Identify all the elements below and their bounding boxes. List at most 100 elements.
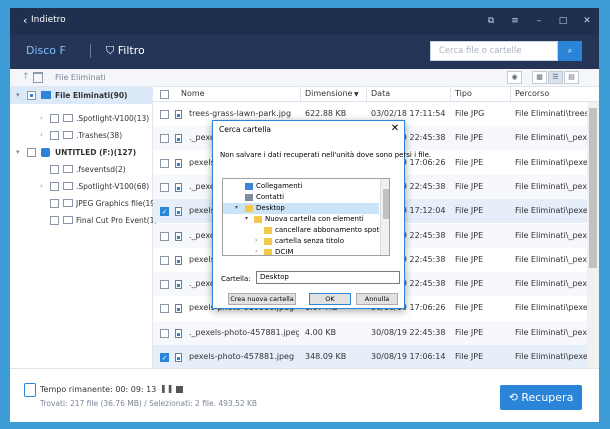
tree-checkbox[interactable] [50, 182, 59, 191]
folder-field-label: Cartella: [221, 275, 251, 283]
row-checkbox[interactable]: ✓ [160, 353, 169, 362]
filter-button[interactable]: ⛉ Filtro [106, 44, 145, 58]
cell-type: File JPE [455, 327, 484, 337]
cell-path: File Eliminati\pexels... [515, 206, 587, 216]
tree-item-untitled-drive[interactable]: ▾ UNTITLED (F:)(127) [10, 144, 153, 161]
list-icon: ☰ [552, 73, 559, 81]
folder-icon [63, 114, 73, 122]
image-file-icon [175, 328, 182, 338]
row-checkbox[interactable] [160, 255, 169, 265]
tree-checkbox[interactable] [50, 165, 59, 174]
select-all-checkbox[interactable] [160, 90, 169, 99]
ok-button[interactable]: OK [309, 293, 351, 305]
dialog-tree-item-nuova-cartella[interactable]: ▾ Nuova cartella con elementi [223, 214, 379, 225]
list-view-button[interactable]: ☰ [548, 71, 563, 84]
stop-button[interactable] [176, 386, 183, 393]
column-divider[interactable] [300, 87, 301, 102]
row-checkbox[interactable] [160, 158, 169, 168]
tree-checkbox[interactable] [50, 216, 59, 225]
column-header-path[interactable]: Percorso [515, 89, 549, 98]
recover-button[interactable]: ⟲ Recupera [500, 385, 582, 410]
folder-icon [264, 227, 272, 234]
dialog-close-icon[interactable]: ✕ [389, 123, 401, 135]
folder-icon [264, 249, 272, 255]
column-header-type[interactable]: Tipo [455, 89, 472, 98]
expand-icon[interactable]: › [40, 178, 48, 195]
row-checkbox[interactable] [160, 304, 169, 314]
close-icon[interactable]: ✕ [580, 15, 594, 27]
back-label[interactable]: Indietro [31, 15, 66, 25]
dialog-tree-item-senza-titolo[interactable]: › cartella senza titolo [223, 236, 379, 247]
column-divider[interactable] [510, 87, 511, 102]
new-folder-button[interactable]: Crea nuova cartella [228, 293, 296, 305]
pause-button[interactable]: ❚❚ [160, 384, 173, 393]
row-checkbox[interactable] [160, 134, 169, 144]
cancel-button[interactable]: Annulla [356, 293, 398, 305]
row-checkbox[interactable]: ✓ [160, 207, 169, 217]
column-header-name[interactable]: Nome [181, 89, 205, 98]
tree-item-deleted-files[interactable]: ▾ File Eliminati(90) [10, 87, 153, 104]
cell-type: File JPE [455, 181, 484, 191]
table-row[interactable]: ✓ pexels-photo-457881.jpeg 348.09 KB 30/08/… [153, 345, 587, 368]
preview-toggle[interactable]: ◉ [507, 71, 522, 84]
column-header-date[interactable]: Data [371, 89, 390, 98]
search-button[interactable]: ⌕ [558, 41, 582, 61]
cell-path: File Eliminati\pexels... [515, 303, 587, 313]
collapse-icon[interactable]: ▾ [16, 144, 24, 161]
scrollbar-thumb[interactable] [383, 189, 389, 219]
menu-icon[interactable]: ≡ [508, 15, 522, 27]
tree-checkbox[interactable] [50, 131, 59, 140]
collapse-icon[interactable]: ▾ [245, 214, 248, 225]
arrow-up-icon[interactable]: ↑ [22, 72, 30, 82]
row-checkbox[interactable] [160, 182, 169, 192]
expand-icon[interactable]: › [40, 127, 48, 144]
folder-field[interactable]: Desktop [256, 271, 400, 284]
cell-size: 348.09 KB [305, 352, 347, 361]
collapse-icon[interactable]: ▾ [235, 203, 238, 214]
row-checkbox[interactable] [160, 280, 169, 290]
status-bar: Tempo rimanente: 00: 09: 13 ❚❚ Trovati: … [10, 368, 599, 422]
tree-item-jpeg[interactable]: JPEG Graphics file(19) [10, 195, 158, 212]
tree-item-fseventsd[interactable]: .fseventsd(2) [10, 161, 153, 178]
dialog-tree-item-cancellare[interactable]: cancellare abbonamento spotify [223, 225, 388, 236]
expand-icon[interactable]: › [255, 236, 257, 247]
tree-checkbox[interactable] [27, 148, 36, 157]
tree-item-spotlight-drive[interactable]: › .Spotlight-V100(68) [10, 178, 153, 195]
disk-label[interactable]: Disco F [26, 44, 66, 57]
dialog-tree-item-desktop[interactable]: ▾ Desktop [223, 203, 379, 214]
tree-item-final-cut[interactable]: Final Cut Pro Event(1) [10, 212, 157, 229]
tree-checkbox[interactable] [27, 91, 36, 100]
time-remaining: Tempo rimanente: 00: 09: 13 [40, 385, 157, 394]
detail-view-button[interactable]: ▤ [564, 71, 579, 84]
row-checkbox[interactable] [160, 110, 169, 119]
row-checkbox[interactable] [160, 231, 169, 241]
column-header-size[interactable]: Dimensione [305, 89, 352, 98]
dialog-tree-scrollbar[interactable] [380, 179, 389, 255]
dialog-tree-item-contatti[interactable]: Contatti [223, 192, 379, 203]
image-file-icon [175, 255, 182, 265]
column-divider[interactable] [450, 87, 451, 102]
tree-item-label: UNTITLED (F:)(127) [55, 148, 137, 157]
minimize-icon[interactable]: – [532, 15, 546, 27]
grid-view-button[interactable]: ▦ [532, 71, 547, 84]
scrollbar-thumb[interactable] [589, 108, 597, 268]
row-checkbox[interactable] [160, 328, 169, 338]
column-divider[interactable] [366, 87, 367, 102]
dialog-tree-item-collegamenti[interactable]: Collegamenti [223, 181, 379, 192]
tree-checkbox[interactable] [50, 199, 59, 208]
image-file-icon [175, 280, 182, 290]
collapse-icon[interactable]: ▾ [16, 87, 24, 104]
expand-icon[interactable]: › [255, 247, 257, 255]
expand-icon[interactable]: › [40, 110, 48, 127]
tree-item-spotlight[interactable]: › .Spotlight-V100(13) [10, 110, 153, 127]
cell-type: File JPE [455, 230, 484, 240]
tree-item-trashes[interactable]: › .Trashes(38) [10, 127, 153, 144]
dialog-tree-item-dcim[interactable]: › DCIM [223, 247, 379, 255]
table-row[interactable]: ._pexels-photo-457881.jpeg 4.00 KB 30/08/1… [153, 320, 587, 345]
table-scrollbar[interactable] [587, 102, 599, 368]
restore-icon[interactable]: ⧉ [484, 15, 498, 27]
tree-checkbox[interactable] [50, 114, 59, 123]
maximize-icon[interactable]: □ [556, 15, 570, 27]
folder-icon [63, 199, 73, 207]
search-input[interactable]: Cerca file o cartelle [430, 41, 558, 61]
